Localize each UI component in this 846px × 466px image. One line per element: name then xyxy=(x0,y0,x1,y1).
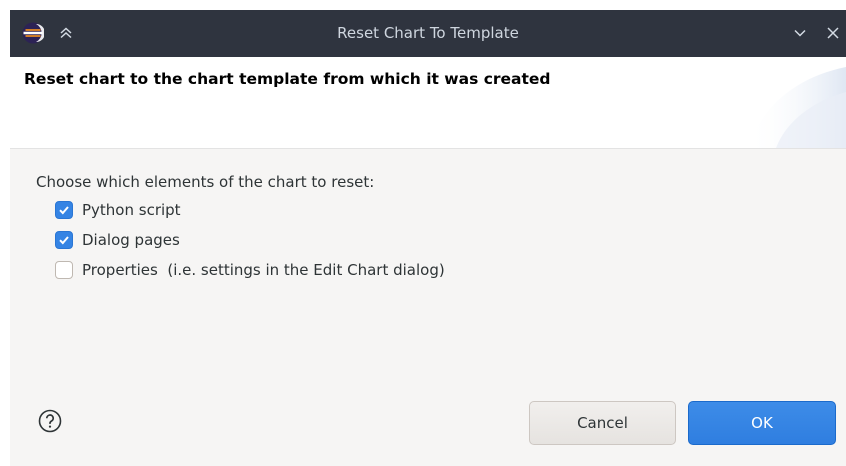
instructions-label: Choose which elements of the chart to re… xyxy=(36,173,375,191)
header-banner-graphic xyxy=(748,67,846,148)
cancel-button[interactable]: Cancel xyxy=(529,401,676,445)
properties-label: Properties (i.e. settings in the Edit Ch… xyxy=(82,261,445,279)
help-icon xyxy=(38,409,62,433)
python-script-option[interactable]: Python script xyxy=(55,199,181,221)
properties-option[interactable]: Properties (i.e. settings in the Edit Ch… xyxy=(55,259,445,281)
close-icon xyxy=(827,27,839,39)
properties-checkbox[interactable] xyxy=(55,261,73,279)
checkmark-icon xyxy=(59,206,69,215)
reset-chart-dialog: Reset Chart To Template Reset chart to t… xyxy=(0,0,846,466)
ok-button[interactable]: OK xyxy=(688,401,836,445)
python-script-label: Python script xyxy=(82,201,181,219)
double-chevron-up-icon xyxy=(60,27,72,39)
close-button[interactable] xyxy=(820,20,846,46)
dialog-pages-checkbox[interactable] xyxy=(55,231,73,249)
dialog-header: Reset chart to the chart template from w… xyxy=(10,57,846,149)
dialog-body: Choose which elements of the chart to re… xyxy=(10,149,846,466)
eclipse-logo-icon xyxy=(22,22,44,44)
chevron-down-icon xyxy=(794,29,806,37)
title-bar[interactable]: Reset Chart To Template xyxy=(10,10,846,57)
minimize-button[interactable] xyxy=(787,20,813,46)
checkmark-icon xyxy=(59,236,69,245)
header-title: Reset chart to the chart template from w… xyxy=(24,70,551,88)
dialog-pages-option[interactable]: Dialog pages xyxy=(55,229,180,251)
shade-button[interactable] xyxy=(53,20,79,46)
dialog-pages-label: Dialog pages xyxy=(82,231,180,249)
python-script-checkbox[interactable] xyxy=(55,201,73,219)
help-button[interactable] xyxy=(38,409,62,433)
window-title: Reset Chart To Template xyxy=(337,24,519,42)
